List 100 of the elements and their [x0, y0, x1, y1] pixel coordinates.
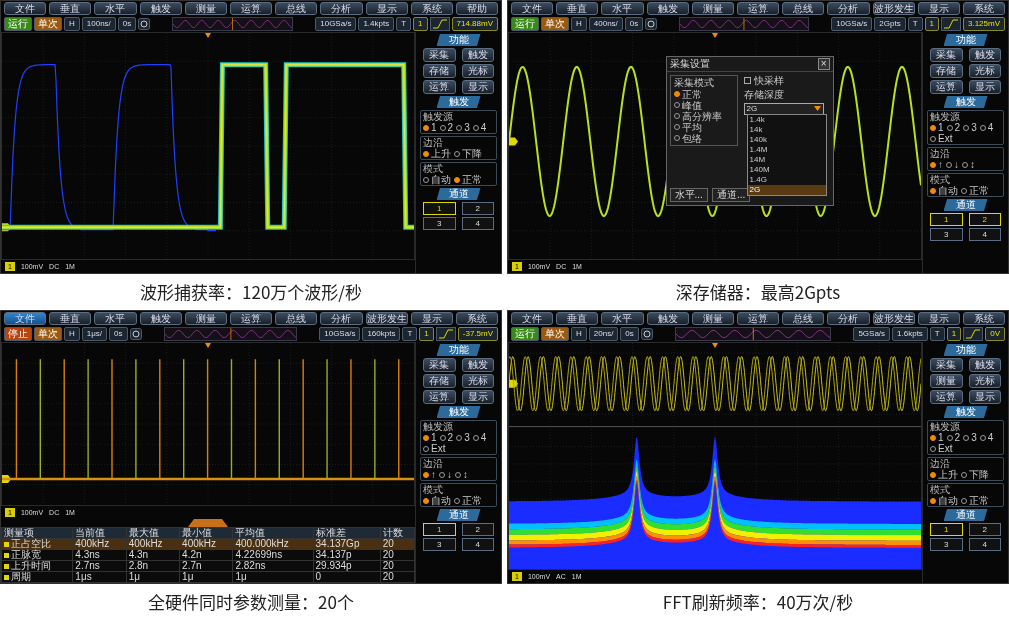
channel-button[interactable]: 4 [461, 217, 494, 230]
panel-handle[interactable] [188, 519, 228, 527]
checkbox[interactable]: 快采样 [743, 74, 824, 87]
menu-tab[interactable]: 分析 [827, 312, 870, 325]
memory-depth-field[interactable]: 1.6kpts [892, 327, 928, 341]
menu-tab[interactable]: 波形发生 [872, 2, 915, 15]
channel-button[interactable]: 2 [461, 202, 494, 215]
zoom-icon[interactable] [138, 18, 151, 30]
function-button[interactable]: 采集 [930, 48, 963, 62]
section-header[interactable]: 触发 [436, 406, 481, 418]
menu-tab[interactable]: 触发 [646, 312, 689, 325]
radio-button[interactable]: ↓ [946, 159, 959, 170]
rising-edge-icon[interactable] [963, 327, 984, 341]
trigger-button[interactable]: T [396, 17, 412, 31]
dropdown-item[interactable]: 2G [747, 184, 826, 195]
radio-button[interactable]: 1 [423, 432, 437, 443]
menu-tab[interactable]: 触发 [139, 312, 182, 325]
function-button[interactable]: 采集 [930, 358, 963, 372]
function-button[interactable]: 运算 [423, 80, 456, 94]
dropdown-item[interactable]: 1.4k [747, 114, 826, 125]
memory-depth-field[interactable]: 160kpts [362, 327, 401, 341]
menu-tab[interactable]: 系统 [962, 312, 1006, 325]
channel-button[interactable]: 4 [968, 538, 1001, 551]
single-button[interactable]: 单次 [34, 327, 62, 341]
menu-tab[interactable]: 触发 [646, 2, 689, 15]
menu-tab[interactable]: 触发 [139, 2, 182, 15]
radio-button[interactable]: 下降 [454, 148, 482, 159]
menu-tab[interactable]: 显示 [365, 2, 408, 15]
zoom-icon[interactable] [129, 328, 142, 340]
single-button[interactable]: 单次 [541, 17, 569, 31]
dropdown-item[interactable]: 14k [747, 124, 826, 135]
radio-button[interactable]: ↑ [930, 159, 943, 170]
radio-button[interactable]: 3 [963, 432, 977, 443]
menu-tab[interactable]: 测量 [691, 312, 734, 325]
menu-tab[interactable]: 总线 [782, 312, 825, 325]
menu-tab[interactable]: 显示 [410, 312, 453, 325]
function-button[interactable]: 采集 [423, 48, 456, 62]
menu-tab[interactable]: 文件 [4, 312, 47, 325]
menu-tab[interactable]: 垂直 [556, 2, 599, 15]
channel-button[interactable]: 3 [423, 538, 456, 551]
channel-button[interactable]: 1 [930, 523, 963, 536]
menu-tab[interactable]: 显示 [917, 312, 960, 325]
offset-field[interactable]: 0s [109, 327, 128, 341]
radio-button[interactable]: ↑ [423, 469, 436, 480]
menu-tab[interactable]: 总线 [782, 2, 825, 15]
trigger-button[interactable]: T [907, 17, 923, 31]
dropdown-item[interactable]: 140k [747, 134, 826, 145]
channel-button[interactable]: 2 [968, 213, 1001, 226]
section-header[interactable]: 功能 [436, 34, 481, 46]
function-button[interactable]: 显示 [968, 80, 1001, 94]
menu-tab[interactable]: 水平 [94, 312, 137, 325]
function-button[interactable]: 显示 [968, 390, 1001, 404]
section-header[interactable]: 触发 [436, 96, 481, 108]
radio-button[interactable]: 正常 [961, 495, 989, 506]
run-button[interactable]: 停止 [4, 327, 32, 341]
function-button[interactable]: 存储 [423, 64, 456, 78]
section-header[interactable]: 功能 [943, 344, 988, 356]
dropdown-item[interactable]: 1.4M [747, 144, 826, 155]
trigger-source-field[interactable]: 1 [924, 17, 939, 31]
trigger-source-field[interactable]: 1 [413, 17, 428, 31]
run-button[interactable]: 运行 [4, 17, 32, 31]
section-header[interactable]: 功能 [943, 34, 988, 46]
menu-tab[interactable]: 测量 [691, 2, 734, 15]
zoom-icon[interactable] [645, 18, 658, 30]
section-header[interactable]: 通道 [943, 199, 988, 211]
radio-button[interactable]: Ext [930, 443, 953, 454]
channel-button[interactable]: 1 [423, 202, 456, 215]
trigger-source-field[interactable]: 1 [419, 327, 434, 341]
function-button[interactable]: 触发 [461, 358, 494, 372]
radio-button[interactable]: 上升 [423, 148, 451, 159]
rising-edge-icon[interactable] [429, 17, 450, 31]
radio-button[interactable]: 包络 [673, 132, 734, 144]
radio-button[interactable]: ↓ [439, 469, 452, 480]
timebase-field[interactable]: 1μs/ [81, 327, 108, 341]
menu-tab[interactable]: 文件 [511, 312, 554, 325]
channel-button[interactable]: 4 [968, 228, 1001, 241]
channel-button[interactable]: 2 [968, 523, 1001, 536]
radio-button[interactable]: 3 [456, 432, 470, 443]
horizontal-button[interactable]: H [64, 327, 80, 341]
radio-button[interactable]: 下降 [961, 469, 989, 480]
channel-button[interactable]: 1 [423, 523, 456, 536]
sample-rate-field[interactable]: 10GSa/s [319, 327, 361, 341]
menu-tab[interactable]: 系统 [410, 2, 453, 15]
menu-tab[interactable]: 总线 [275, 2, 318, 15]
menu-tab[interactable]: 垂直 [556, 312, 599, 325]
offset-field[interactable]: 0s [620, 327, 639, 341]
menu-tab[interactable]: 水平 [94, 2, 137, 15]
timebase-field[interactable]: 20ns/ [588, 327, 619, 341]
menu-tab[interactable]: 文件 [4, 2, 47, 15]
radio-button[interactable]: 2 [946, 432, 961, 443]
menu-tab[interactable]: 运算 [736, 312, 780, 325]
section-header[interactable]: 通道 [943, 509, 988, 521]
channel-button[interactable]: 3 [930, 228, 963, 241]
radio-button[interactable]: 上升 [930, 469, 958, 480]
function-button[interactable]: 触发 [461, 48, 494, 62]
menu-tab[interactable]: 水平 [601, 2, 644, 15]
radio-button[interactable]: Ext [930, 133, 953, 144]
function-button[interactable]: 显示 [461, 80, 494, 94]
channel-button[interactable]: 4 [461, 538, 494, 551]
radio-button[interactable]: 正常 [454, 495, 482, 506]
